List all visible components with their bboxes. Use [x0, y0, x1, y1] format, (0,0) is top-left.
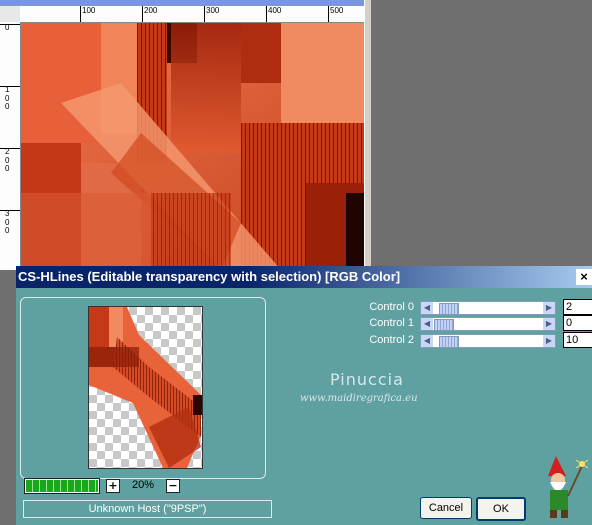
control-0-label: Control 0: [369, 301, 414, 313]
status-bar: Unknown Host ("9PSP"): [23, 500, 272, 518]
ruler-tick: [328, 6, 329, 22]
ruler-tick: [0, 86, 20, 87]
slider-left-arrow-icon[interactable]: ◀: [421, 335, 433, 347]
ruler-label: 200: [144, 6, 158, 15]
watermark-url: www.maidiregrafica.eu: [300, 393, 418, 404]
preview-art: [89, 307, 202, 468]
control-2-label: Control 2: [369, 334, 414, 346]
control-1-value[interactable]: 0: [563, 315, 592, 331]
slider-right-arrow-icon[interactable]: ▶: [543, 302, 555, 314]
vertical-ruler: 0 100 200 300: [0, 22, 21, 270]
abstract-art-image: [21, 23, 364, 270]
slider-left-arrow-icon[interactable]: ◀: [421, 302, 433, 314]
ok-button[interactable]: OK: [476, 497, 526, 521]
watermark-title: Pinuccia: [330, 370, 404, 389]
ruler-tick: [0, 210, 20, 211]
preview-image[interactable]: [88, 306, 203, 469]
slider-right-arrow-icon[interactable]: ▶: [543, 318, 555, 330]
ruler-label: 0: [5, 23, 10, 32]
ruler-label: 500: [330, 6, 344, 15]
progress-bar: [24, 478, 100, 494]
control-0-slider[interactable]: ◀ ▶: [420, 301, 556, 315]
ruler-label: 300: [5, 209, 10, 235]
slider-right-arrow-icon[interactable]: ▶: [543, 335, 555, 347]
ruler-tick: [0, 24, 20, 25]
close-button[interactable]: ×: [576, 269, 592, 285]
slider-thumb[interactable]: [439, 336, 460, 348]
ruler-tick: [266, 6, 267, 22]
zoom-out-button[interactable]: −: [166, 479, 180, 493]
control-1-label: Control 1: [369, 317, 414, 329]
slider-thumb[interactable]: [438, 303, 459, 315]
ruler-label: 400: [268, 6, 282, 15]
control-2-slider[interactable]: ◀ ▶: [420, 334, 556, 348]
artwork-canvas: [21, 23, 364, 270]
control-1-slider[interactable]: ◀ ▶: [420, 317, 556, 331]
control-2-value[interactable]: 10: [563, 332, 592, 348]
ruler-corner: [0, 6, 20, 22]
horizontal-ruler: 100 200 300 400 500: [20, 6, 364, 23]
ruler-label: 300: [206, 6, 220, 15]
ruler-label: 100: [82, 6, 96, 15]
ruler-tick: [204, 6, 205, 22]
control-0-value[interactable]: 2: [563, 299, 592, 315]
slider-left-arrow-icon[interactable]: ◀: [421, 318, 433, 330]
zoom-in-button[interactable]: +: [106, 479, 120, 493]
gnome-mascot-icon: [548, 456, 589, 518]
cs-hlines-dialog: CS-HLines (Editable transparency with se…: [16, 266, 592, 525]
dialog-title-bar[interactable]: CS-HLines (Editable transparency with se…: [16, 266, 592, 288]
cancel-button[interactable]: Cancel: [420, 497, 472, 519]
ruler-label: 100: [5, 85, 10, 111]
slider-thumb[interactable]: [434, 319, 454, 331]
ruler-tick: [80, 6, 81, 22]
ruler-tick: [142, 6, 143, 22]
image-window: 100 200 300 400 500 0 100 200 300: [0, 0, 371, 270]
ruler-tick: [0, 148, 20, 149]
zoom-level: 20%: [131, 479, 155, 491]
ruler-label: 200: [5, 147, 10, 173]
progress-fill: [26, 480, 98, 492]
dialog-title: CS-HLines (Editable transparency with se…: [18, 269, 401, 284]
window-scrollbar[interactable]: [364, 0, 371, 270]
